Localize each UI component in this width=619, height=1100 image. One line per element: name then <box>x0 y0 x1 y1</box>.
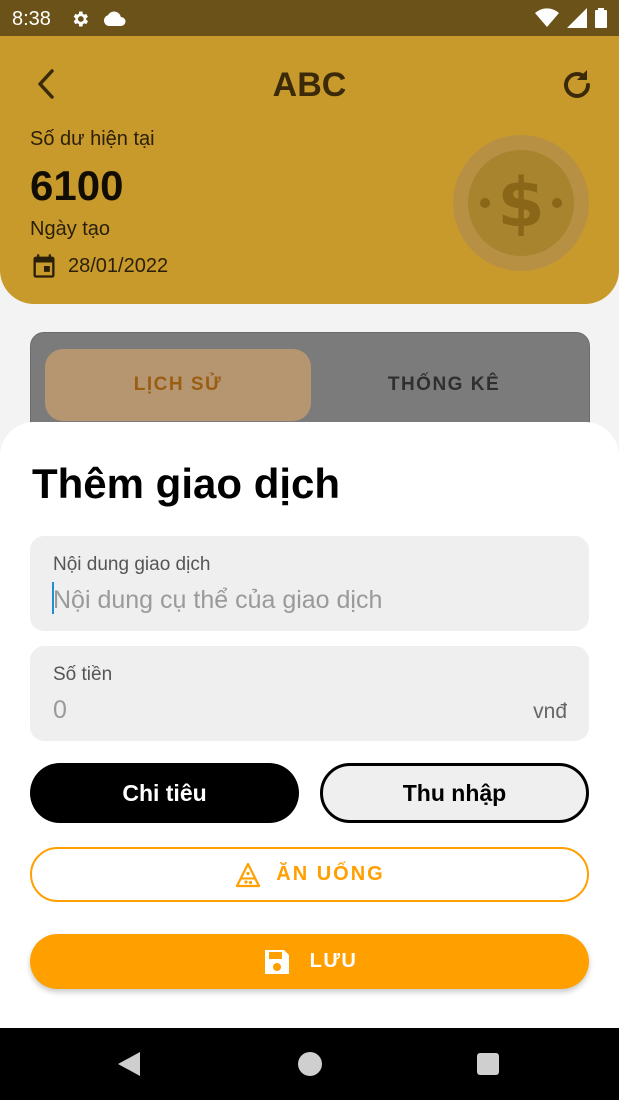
signal-icon <box>567 8 587 28</box>
amount-field[interactable]: Số tiền vnđ <box>30 646 589 741</box>
expense-button[interactable]: Chi tiêu <box>30 763 299 823</box>
recents-square-icon[interactable] <box>477 1053 499 1075</box>
sheet-title: Thêm giao dịch <box>32 460 341 507</box>
back-triangle-icon[interactable] <box>118 1052 140 1076</box>
app-screen: 8:38 ABC Số dư hiện tại 6100 Ngày tạo 28… <box>0 0 619 1028</box>
currency-suffix: vnđ <box>533 700 567 723</box>
add-transaction-sheet: Thêm giao dịch Nội dung giao dịch Số tiề… <box>0 422 619 1028</box>
amount-label: Số tiền <box>53 664 113 685</box>
save-button[interactable]: LƯU <box>30 934 589 989</box>
home-circle-icon[interactable] <box>298 1052 322 1076</box>
status-left-icons <box>70 9 126 29</box>
pizza-icon <box>236 862 261 887</box>
description-field[interactable]: Nội dung giao dịch <box>30 536 589 631</box>
category-button[interactable]: ĂN UỐNG <box>30 847 589 902</box>
save-label: LƯU <box>309 950 358 972</box>
description-input[interactable] <box>53 584 553 616</box>
description-label: Nội dung giao dịch <box>53 554 211 575</box>
cloud-icon <box>103 11 126 26</box>
wifi-icon <box>535 8 559 27</box>
gear-icon <box>73 11 88 27</box>
status-bar: 8:38 <box>0 0 619 36</box>
save-icon <box>264 949 289 974</box>
income-button[interactable]: Thu nhập <box>320 763 589 823</box>
battery-icon <box>595 8 607 28</box>
status-right-icons <box>535 8 607 28</box>
system-nav-bar <box>0 1028 619 1100</box>
status-time: 8:38 <box>12 8 51 30</box>
category-label: ĂN UỐNG <box>276 863 385 885</box>
amount-input[interactable] <box>53 694 493 726</box>
